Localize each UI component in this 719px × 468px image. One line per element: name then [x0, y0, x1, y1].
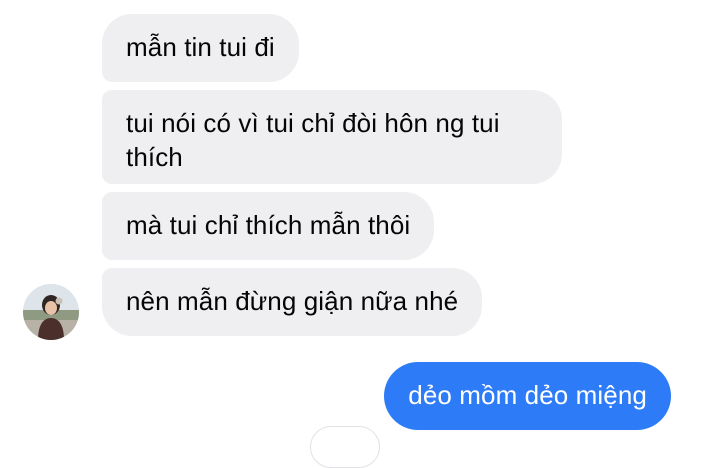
message-text: mẫn tin tui đi [126, 32, 275, 62]
message-text: tui nói có vì tui chỉ đòi hôn ng tui thí… [126, 108, 500, 172]
typing-indicator [310, 426, 380, 468]
outgoing-message[interactable]: dẻo mồm dẻo miệng [384, 362, 671, 430]
incoming-message[interactable]: mẫn tin tui đi [102, 14, 299, 82]
message-text: mà tui chỉ thích mẫn thôi [126, 210, 411, 240]
avatar-photo-icon [23, 284, 79, 340]
incoming-message[interactable]: tui nói có vì tui chỉ đòi hôn ng tui thí… [102, 90, 562, 184]
incoming-message[interactable]: nên mẫn đừng giận nữa nhé [102, 268, 483, 336]
message-text: dẻo mồm dẻo miệng [408, 380, 647, 410]
incoming-message[interactable]: mà tui chỉ thích mẫn thôi [102, 192, 435, 260]
avatar[interactable] [23, 284, 79, 340]
message-text: nên mẫn đừng giận nữa nhé [126, 286, 459, 316]
